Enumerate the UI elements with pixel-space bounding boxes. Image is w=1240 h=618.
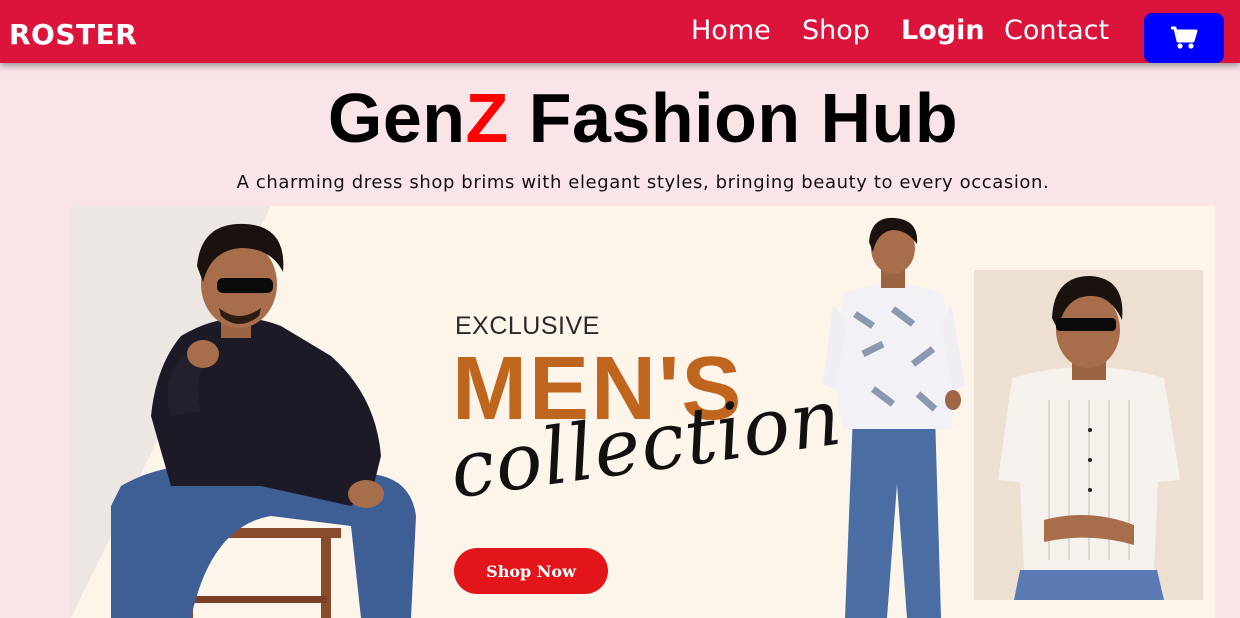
banner-kicker: EXCLUSIVE	[455, 312, 600, 340]
shop-now-button[interactable]: Shop Now	[454, 548, 608, 594]
promo-banner: EXCLUSIVE MEN'S collection Shop Now	[71, 206, 1215, 618]
framed-model-image	[998, 276, 1180, 600]
nav-link-shop[interactable]: Shop	[802, 15, 870, 46]
seated-model-image	[111, 223, 416, 618]
shopping-cart-icon	[1171, 26, 1198, 49]
nav-link-contact[interactable]: Contact	[1004, 15, 1109, 46]
featured-model-frame	[974, 270, 1203, 600]
title-suffix: Fashion Hub	[508, 79, 959, 157]
brand-logo[interactable]: ROSTER	[9, 18, 137, 51]
page-title: GenZ Fashion Hub	[0, 78, 1240, 158]
page-subtitle: A charming dress shop brims with elegant…	[236, 172, 1050, 193]
standing-model-image	[823, 217, 965, 618]
nav-link-home[interactable]: Home	[691, 15, 771, 46]
cart-button[interactable]	[1144, 13, 1224, 63]
nav-link-login[interactable]: Login	[901, 15, 985, 46]
top-navbar: ROSTER Home Shop Login Contact	[0, 0, 1240, 63]
title-prefix: Gen	[327, 79, 466, 157]
title-highlight: Z	[465, 79, 509, 157]
